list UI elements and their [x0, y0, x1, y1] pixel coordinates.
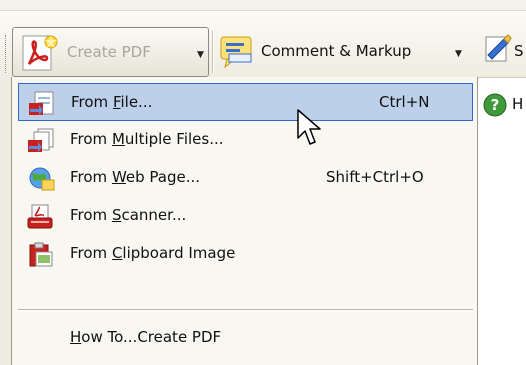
comment-markup-label: Comment & Markup	[261, 42, 412, 60]
help-label: H	[512, 95, 524, 113]
menu-item-label: From File...	[71, 93, 153, 111]
title-strip	[0, 0, 526, 11]
menu-item-from-file[interactable]: From File... Ctrl+N	[18, 83, 473, 121]
menu-item-from-clipboard-image[interactable]: From Clipboard Image	[18, 235, 473, 273]
chevron-down-icon: ▼	[455, 49, 462, 59]
scanner-icon	[26, 204, 56, 234]
menu-item-label: From Clipboard Image	[70, 244, 236, 262]
menu-item-from-multiple-files[interactable]: From Multiple Files...	[18, 121, 473, 159]
comment-markup-button[interactable]: Comment & Markup ▼	[219, 27, 479, 77]
sign-icon	[484, 34, 512, 67]
menu-item-label: From Scanner...	[70, 206, 187, 224]
multiple-files-icon	[26, 128, 56, 158]
help-icon: ?	[482, 93, 508, 122]
file-pdf-icon	[27, 91, 57, 121]
help-button[interactable]: ? H	[482, 92, 523, 122]
menu-item-from-web-page[interactable]: From Web Page... Shift+Ctrl+O	[18, 159, 473, 197]
create-pdf-icon	[21, 34, 61, 76]
toolbar-grip[interactable]	[5, 35, 9, 73]
menu-item-label: How To...Create PDF	[70, 328, 222, 346]
create-pdf-menu: From File... Ctrl+N From Multiple Files.…	[11, 77, 478, 365]
menu-item-how-to-create-pdf[interactable]: How To...Create PDF	[18, 319, 473, 357]
menu-item-label: From Multiple Files...	[70, 130, 224, 148]
svg-text:?: ?	[491, 96, 500, 114]
menu-item-shortcut: Shift+Ctrl+O	[326, 168, 424, 186]
mouse-pointer-icon	[296, 108, 322, 154]
chevron-down-icon: ▼	[197, 50, 204, 60]
create-pdf-label: Create PDF	[67, 43, 151, 61]
clipboard-image-icon	[26, 242, 56, 272]
create-pdf-button[interactable]: Create PDF ▼	[12, 27, 209, 77]
menu-item-from-scanner[interactable]: From Scanner...	[18, 197, 473, 235]
sign-button[interactable]: S	[484, 33, 524, 67]
sign-label: S	[514, 42, 524, 60]
document-pane-edge	[0, 77, 11, 365]
menu-item-label: From Web Page...	[70, 168, 201, 186]
tasks-toolbar: Create PDF ▼ Comment & Markup ▼ S	[0, 11, 526, 78]
menu-item-shortcut: Ctrl+N	[379, 93, 430, 111]
menu-separator	[18, 309, 473, 311]
toolbar-separator	[212, 31, 214, 73]
web-page-icon	[26, 166, 56, 196]
comment-markup-icon	[219, 35, 255, 73]
